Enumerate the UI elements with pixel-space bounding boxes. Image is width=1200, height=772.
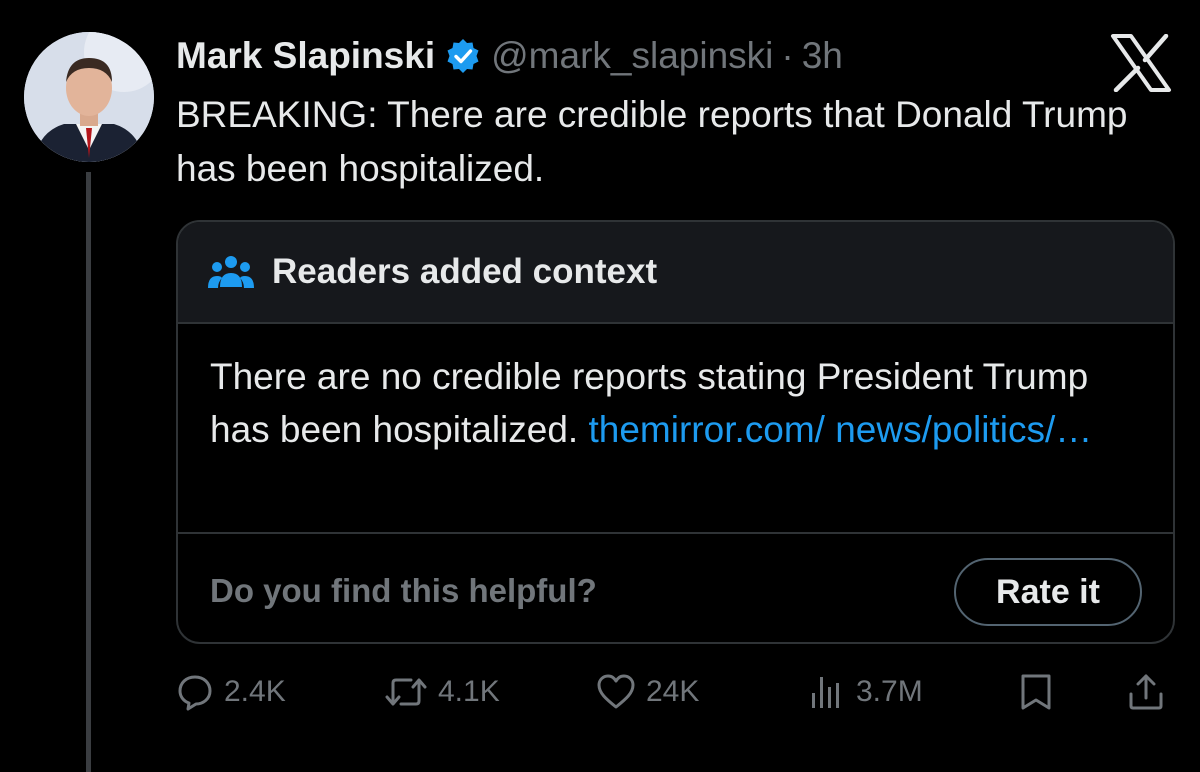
views-icon [806, 673, 846, 711]
separator-dot: · [781, 35, 794, 76]
repost-icon [384, 673, 428, 711]
like-count: 24K [646, 675, 700, 708]
rate-it-button[interactable]: Rate it [954, 558, 1142, 626]
heart-icon [596, 673, 636, 711]
note-header: Readers added context [178, 222, 1173, 324]
views-count: 3.7M [856, 675, 923, 708]
avatar[interactable] [24, 32, 154, 162]
tweet-header: Mark Slapinski @mark_slapinski · 3h [176, 28, 843, 84]
reply-icon [176, 673, 214, 711]
x-logo-icon [1110, 33, 1172, 93]
avatar-photo [24, 32, 154, 162]
reply-button[interactable]: 2.4K [176, 668, 286, 716]
note-title: Readers added context [272, 252, 658, 291]
reply-count: 2.4K [224, 675, 286, 708]
author-handle[interactable]: @mark_slapinski [491, 35, 773, 77]
bookmark-button[interactable] [1018, 668, 1054, 716]
bookmark-icon [1018, 672, 1054, 712]
note-body: There are no credible reports stating Pr… [210, 350, 1140, 456]
community-note-card[interactable]: Readers added context There are no credi… [176, 220, 1175, 644]
like-button[interactable]: 24K [596, 668, 699, 716]
people-icon [208, 253, 254, 291]
helpful-prompt: Do you find this helpful? [210, 572, 597, 609]
note-footer: Do you find this helpful? Rate it [178, 532, 1173, 642]
share-button[interactable] [1126, 668, 1166, 716]
tweet-text: BREAKING: There are credible reports tha… [176, 94, 1128, 189]
author-name[interactable]: Mark Slapinski [176, 35, 435, 77]
share-icon [1126, 672, 1166, 712]
note-source-link[interactable]: themirror.com/ news/politics/… [589, 409, 1093, 450]
timestamp[interactable]: 3h [802, 35, 843, 77]
views-button[interactable]: 3.7M [806, 668, 923, 716]
repost-button[interactable]: 4.1K [384, 668, 500, 716]
thread-line [86, 172, 91, 772]
repost-count: 4.1K [438, 675, 500, 708]
verified-badge-icon [445, 38, 481, 74]
